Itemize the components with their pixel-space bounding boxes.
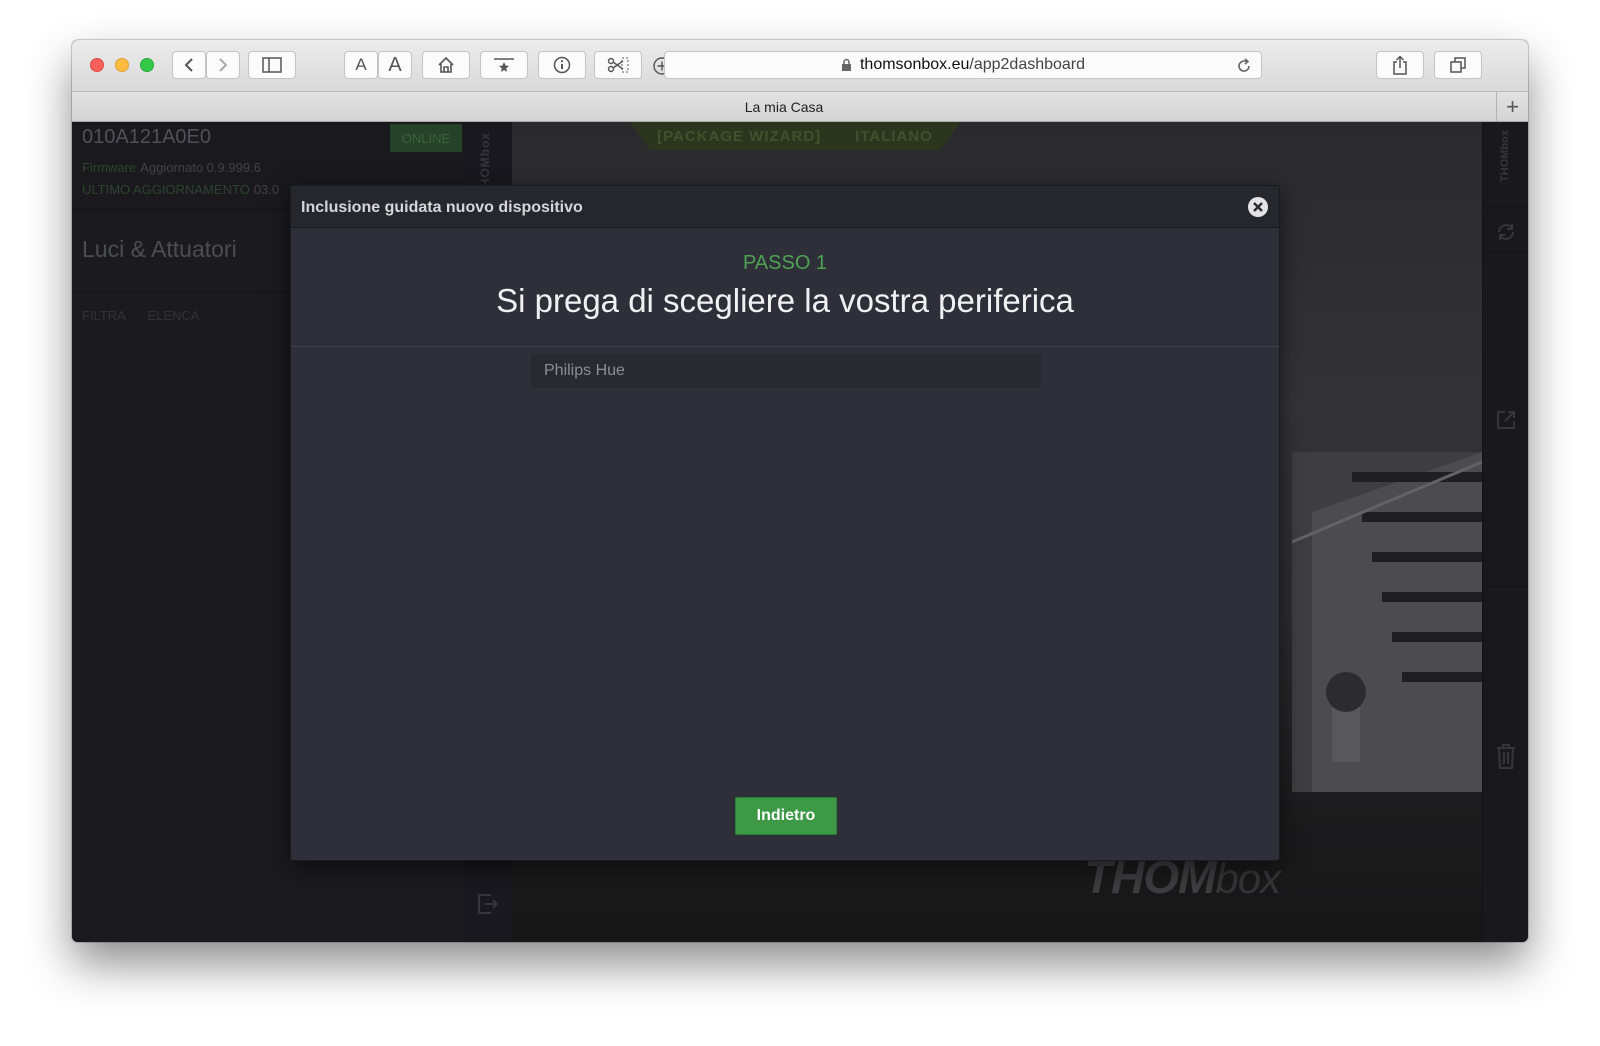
browser-window: A A thomsonbox.eu/app2dashboard La mia C… [72,40,1528,942]
info-button[interactable] [538,51,586,79]
font-smaller-button[interactable]: A [344,51,378,79]
tabs-icon [1450,57,1466,73]
scissors-icon [607,57,629,73]
forward-button[interactable] [206,51,240,79]
reload-icon[interactable] [1235,57,1253,75]
device-option-philips-hue[interactable]: Philips Hue [531,354,1041,388]
modal-header: Inclusione guidata nuovo dispositivo [291,186,1279,228]
minimize-window-button[interactable] [115,58,129,72]
back-button[interactable]: Indietro [735,797,837,835]
browser-toolbar: A A thomsonbox.eu/app2dashboard [72,40,1528,92]
active-tab[interactable]: La mia Casa [72,92,1496,121]
clip-button[interactable] [594,51,642,79]
close-window-button[interactable] [90,58,104,72]
tabs-overview-button[interactable] [1434,51,1482,79]
plus-icon: + [1506,93,1519,119]
sidebar-toggle-button[interactable] [248,51,296,79]
font-larger-label: A [388,53,402,76]
address-bar[interactable]: thomsonbox.eu/app2dashboard [664,51,1262,79]
include-device-modal: Inclusione guidata nuovo dispositivo PAS… [290,185,1280,861]
lock-icon [841,58,851,71]
sidebar-icon [262,57,282,73]
modal-heading: Si prega di scegliere la vostra periferi… [496,282,1074,319]
tab-bar: La mia Casa + [72,92,1528,122]
modal-title: Inclusione guidata nuovo dispositivo [301,199,583,216]
share-button[interactable] [1376,51,1424,79]
close-icon[interactable] [1247,196,1269,218]
tab-title: La mia Casa [744,98,824,115]
home-icon [438,56,454,73]
divider [291,346,1279,347]
home-button[interactable] [422,51,470,79]
device-option-label: Philips Hue [544,362,625,379]
bookmark-icon [494,58,514,72]
back-button-label: Indietro [756,807,816,824]
back-button[interactable] [172,51,206,79]
url-domain: thomsonbox.eu [859,56,970,73]
font-larger-button[interactable]: A [378,51,412,79]
back-icon [184,58,193,72]
info-icon [553,56,571,74]
step-label: PASSO 1 [742,252,828,274]
new-tab-button[interactable]: + [1496,92,1528,121]
app-area: 010A121A0E0 ONLINE Firmware Aggiornato 0.… [72,122,1528,942]
zoom-window-button[interactable] [140,58,154,72]
forward-icon [219,58,228,72]
url-path: /app2dashboard [969,56,1086,73]
bookmark-button[interactable] [480,51,528,79]
font-smaller-label: A [355,55,367,74]
share-icon [1393,55,1407,75]
